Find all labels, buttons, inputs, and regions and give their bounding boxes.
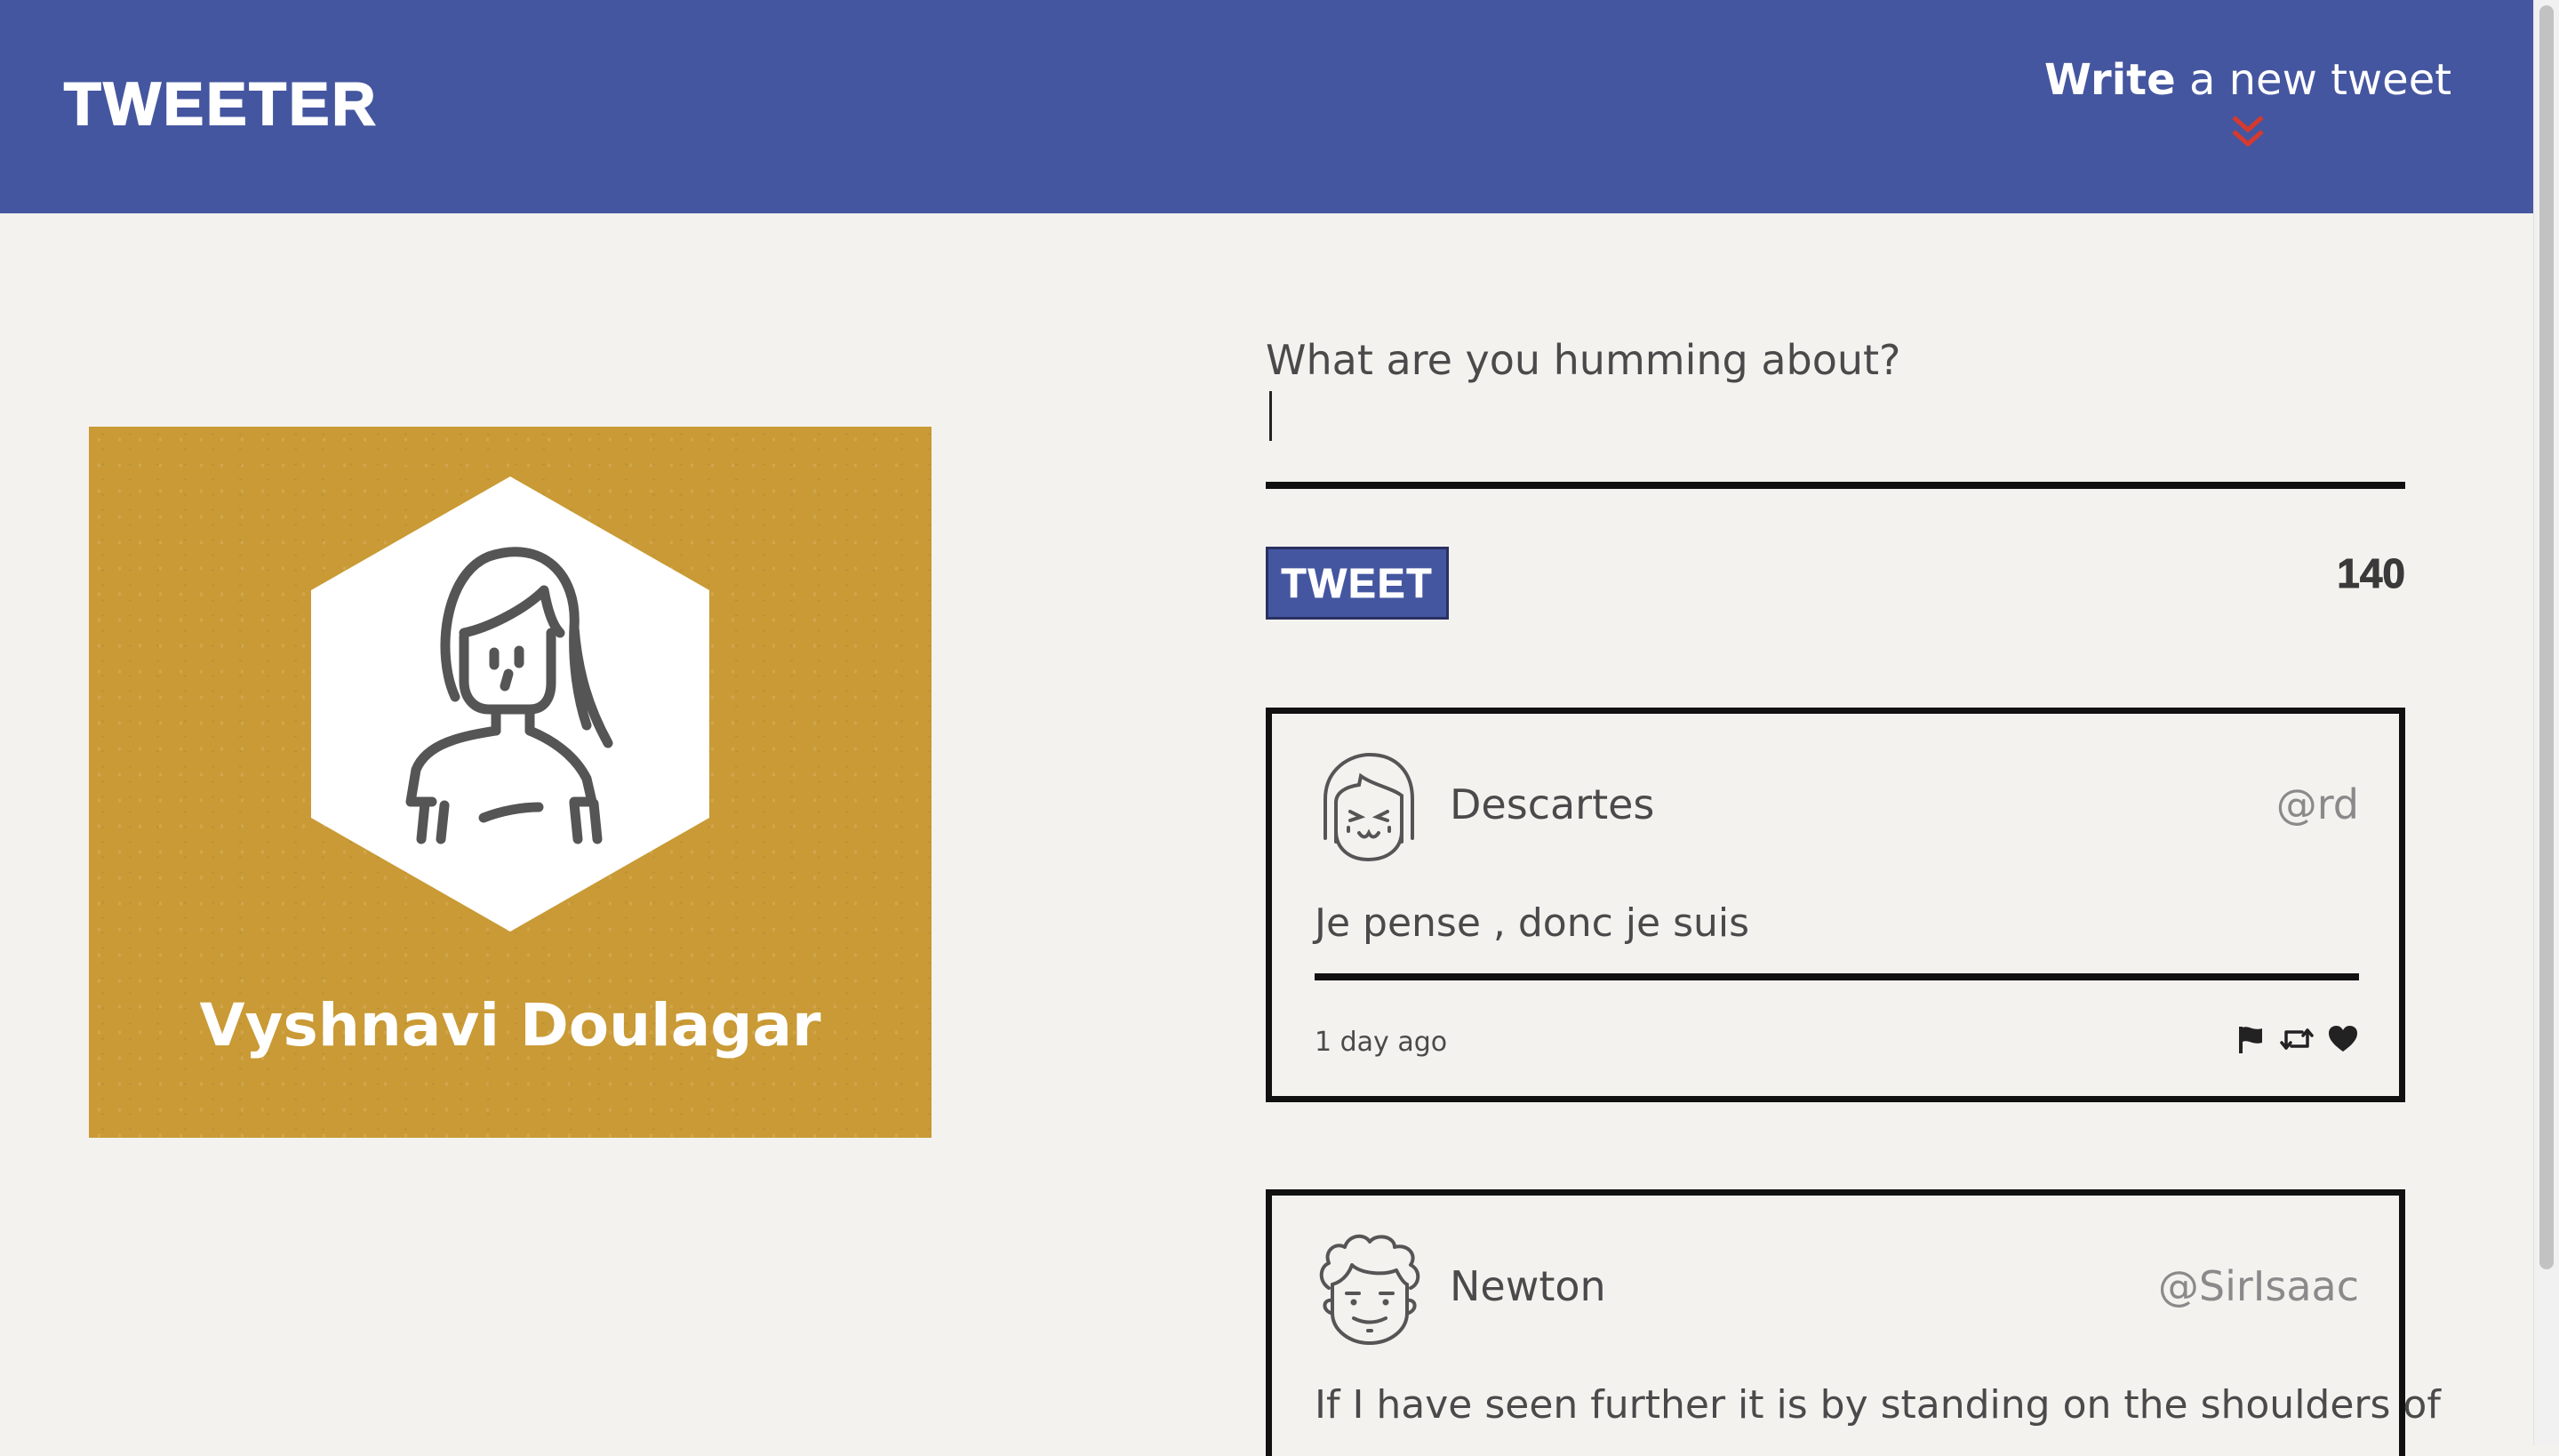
scrollbar-thumb[interactable] [2539, 5, 2554, 1269]
tweet-timestamp: 1 day ago [1315, 1027, 1448, 1058]
text-caret [1269, 391, 1272, 441]
tweet-divider [1315, 973, 2359, 980]
app-logo[interactable]: TWEETER [63, 69, 378, 139]
girl-avatar-icon [1323, 752, 1414, 862]
flag-icon[interactable] [2235, 1023, 2267, 1055]
tweet-actions [2235, 1023, 2359, 1055]
woman-avatar-icon [311, 476, 709, 932]
tweet-card: Newton @SirIsaac If I have seen further … [1266, 1189, 2441, 1456]
tweet-author-handle[interactable]: @rd [2276, 780, 2359, 828]
tweet-text: If I have seen further it is by standing… [1315, 1382, 2441, 1428]
tweet-composer: TWEET 140 [1266, 329, 2405, 620]
tweet-author-handle[interactable]: @SirIsaac [2158, 1262, 2359, 1310]
write-new-tweet-toggle[interactable]: Write a new tweet [2043, 55, 2452, 149]
tweet-text: Je pense , donc je suis [1315, 900, 1750, 946]
curly-hair-avatar-icon [1319, 1234, 1420, 1345]
page-scrollbar[interactable] [2533, 0, 2559, 1445]
tweet-input[interactable] [1266, 329, 2405, 489]
profile-name: Vyshnavi Doulagar [199, 991, 821, 1060]
character-counter: 140 [2337, 550, 2406, 597]
tweet-card: Descartes @rd Je pense , donc je suis 1 … [1266, 708, 2405, 1102]
heart-icon[interactable] [2327, 1023, 2359, 1055]
double-chevron-down-icon [2232, 116, 2264, 148]
tweet-button[interactable]: TWEET [1266, 547, 1449, 620]
tweet-author-name[interactable]: Newton [1450, 1262, 1606, 1310]
write-new-tweet-label: Write a new tweet [2043, 55, 2452, 105]
top-nav: TWEETER Write a new tweet [0, 0, 2533, 213]
retweet-icon[interactable] [2279, 1023, 2315, 1055]
tweet-author-name[interactable]: Descartes [1450, 780, 1654, 828]
profile-card: Vyshnavi Doulagar [89, 427, 932, 1138]
